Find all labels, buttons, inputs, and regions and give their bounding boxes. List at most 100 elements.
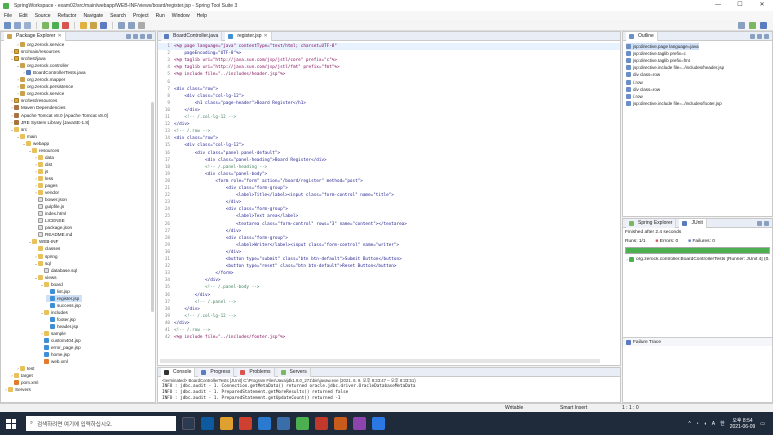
stop-icon[interactable] [62,21,69,29]
chrome-icon[interactable] [239,417,252,430]
menu-project[interactable]: Project [133,13,149,19]
volume-icon[interactable]: ◖ [704,421,707,427]
menu-edit[interactable]: Edit [19,13,28,19]
save-all-icon[interactable] [24,21,31,29]
tree-item[interactable]: ⌄ includes [40,309,68,316]
tree-item[interactable]: ⌄ sql [34,260,51,267]
outline-item[interactable]: div class=row [626,86,660,93]
back-icon[interactable] [118,21,125,29]
menu-navigate[interactable]: Navigate [83,13,103,19]
menu-source[interactable]: Source [35,13,51,19]
forward-icon[interactable] [128,21,135,29]
tree-item[interactable]: ⌄ main [16,133,37,140]
tree-item[interactable]: › Maven Dependencies [10,104,65,111]
menu-file[interactable]: File [4,13,12,19]
run-icon[interactable] [52,21,59,29]
sort-icon[interactable] [750,33,755,39]
close-icon[interactable]: ✕ [57,33,61,39]
edge-icon[interactable] [201,417,214,430]
editor-tab[interactable]: register.jsp ✕ [225,31,272,41]
tree-item[interactable]: gulpfile.js [34,203,64,210]
tree-item[interactable]: ⌄ org.zerock.controller [16,62,69,69]
outline-item[interactable]: div class=row [626,71,660,78]
tree-item[interactable]: footer.jsp [46,316,76,323]
link-editor-icon[interactable] [133,33,138,39]
tree-item[interactable]: ⌄ webapp [22,140,49,147]
editor-tab[interactable]: BoardController.java [161,31,223,41]
search-icon[interactable] [100,21,107,29]
maximize-button[interactable]: ☐ [729,0,751,11]
tree-item[interactable]: › spring [34,253,58,260]
store-icon[interactable] [258,417,271,430]
view-menu-icon[interactable] [140,33,145,39]
tree-item[interactable]: › org.zerock.mapper [16,76,65,83]
tab-junit[interactable]: JUnit [679,218,707,228]
tree-item[interactable]: › pages [34,182,58,189]
outline-item[interactable]: jsp:directive.page language=java [626,43,699,50]
windows-start-icon[interactable] [6,418,16,429]
tab-servers[interactable]: Servers [277,367,311,377]
spring-perspective-icon[interactable] [749,21,756,29]
menu-refactor[interactable]: Refactor [58,13,77,19]
tree-item[interactable]: web.xml [40,358,68,365]
tree-item[interactable]: bower.json [34,196,67,203]
minimize-view-icon[interactable] [147,33,152,39]
sts-icon[interactable] [296,417,309,430]
java-perspective-icon[interactable] [760,21,767,29]
view-menu-icon[interactable] [757,33,762,39]
clock[interactable]: 오후 8:54 2021-06-09 [730,418,756,430]
network-icon[interactable]: ◔ [696,421,699,427]
tree-item[interactable]: › src/test/resources [10,97,57,104]
outline-item[interactable]: jsp:directive.include file=../includes/f… [626,100,722,107]
tree-item[interactable]: › js [34,168,48,175]
chevron-up-icon[interactable]: ^ [688,421,690,427]
tree-item[interactable]: › src/main/resources [10,48,60,55]
minimize-button[interactable]: — [707,0,729,11]
outline-item[interactable]: jsp:directive.include file=../includes/h… [626,64,724,71]
input-language[interactable]: A [712,421,715,427]
taskbar-search-box[interactable]: ⌕ 검색하려면 여기에 입력하십시오. [26,416,176,431]
oracle-icon[interactable] [315,417,328,430]
tree-item[interactable]: classes [34,245,60,252]
app-icon[interactable] [372,417,385,430]
debug-icon[interactable] [42,21,49,29]
tree-item[interactable]: database.sql [40,267,77,274]
tab-outline[interactable]: Outline [626,31,658,41]
tree-item[interactable]: › data [34,154,54,161]
pin-icon[interactable] [138,21,145,29]
tree-item[interactable]: custom404.jsp [40,337,81,344]
task-view-icon[interactable] [182,417,195,430]
java-icon[interactable] [334,417,347,430]
tree-item[interactable]: ⌄ src/test/java [10,55,46,62]
tree-item[interactable]: › vendor [34,189,59,196]
tab-spring-explorer[interactable]: Spring Explorer [626,218,677,228]
rerun-icon[interactable] [757,220,762,226]
menu-search[interactable]: Search [110,13,126,19]
open-type-icon[interactable] [80,21,87,29]
vscode-icon[interactable] [277,417,290,430]
close-icon[interactable]: ✕ [264,33,268,39]
tree-item[interactable]: ⌄ resources [28,147,59,154]
tab-package-explorer[interactable]: Package Explorer ✕ [4,31,66,41]
tree-item[interactable]: ⌄ src [10,126,27,133]
tree-item[interactable]: › Servers [4,386,31,393]
close-button[interactable]: ✕ [751,0,773,11]
tree-item[interactable]: pom.xml [10,379,38,386]
tree-item[interactable]: › JRE System Library [JavaSE-1.8] [10,119,89,126]
menu-help[interactable]: Help [197,13,207,19]
outline-item[interactable]: jsp:directive.taglib prefix=fmt [626,57,690,64]
menu-run[interactable]: Run [156,13,165,19]
app-icon[interactable] [353,417,366,430]
tree-item[interactable]: › BoardControllerTests.java [22,69,86,76]
history-icon[interactable] [764,220,769,226]
outline-item[interactable]: jsp:directive.taglib prefix=c [626,50,686,57]
tree-item[interactable]: ⌄ views [34,274,57,281]
tree-item[interactable]: LICENSE [34,217,65,224]
outline-item[interactable]: /.row [626,93,643,100]
tree-item[interactable]: › org.zerock.persistence [16,83,73,90]
tree-item[interactable]: › test [16,365,34,372]
collapse-all-icon[interactable] [126,33,131,39]
notification-icon[interactable]: ▭ [760,421,765,427]
tree-item[interactable]: home.jsp [40,351,70,358]
tree-item[interactable]: › target [10,372,33,379]
